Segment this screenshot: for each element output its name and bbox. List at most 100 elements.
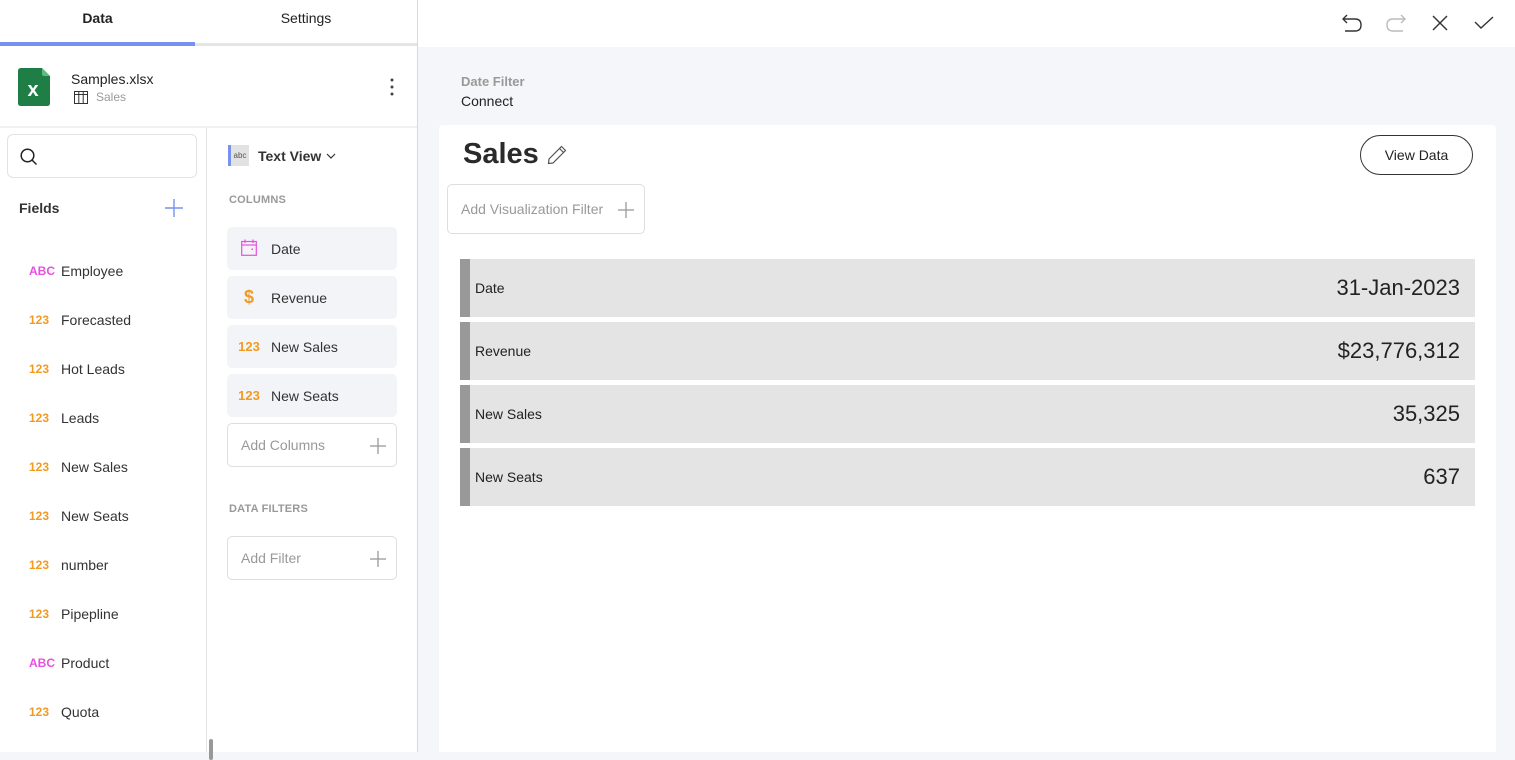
search-icon: [20, 148, 38, 166]
undo-button[interactable]: [1335, 6, 1369, 40]
text-type-icon: ABC: [29, 264, 55, 278]
text-view-row: Date 31-Jan-2023: [460, 259, 1475, 317]
number-type-icon: 123: [29, 362, 50, 376]
dollar-icon: $: [243, 287, 254, 307]
left-panel: Data Settings x Samples.xlsx Sales Field…: [0, 0, 418, 760]
row-value: 35,325: [1392, 401, 1460, 426]
add-visualization-filter-label: Add Visualization Filter: [461, 201, 604, 217]
field-item[interactable]: 123 number: [0, 545, 200, 585]
field-label: Hot Leads: [61, 361, 125, 377]
field-label: number: [61, 557, 109, 573]
row-label: New Seats: [475, 469, 543, 485]
add-filter-button[interactable]: Add Filter: [227, 536, 397, 580]
tab-settings[interactable]: Settings: [195, 0, 417, 43]
field-item[interactable]: 123 Forecasted: [0, 300, 200, 340]
field-item[interactable]: 123 Pipepline: [0, 594, 200, 634]
redo-icon: [1386, 14, 1406, 32]
add-columns-button[interactable]: Add Columns: [227, 423, 397, 467]
column-pill-date[interactable]: Date: [227, 227, 397, 270]
edit-title-icon[interactable]: [546, 144, 568, 166]
field-item[interactable]: 123 Leads: [0, 398, 200, 438]
field-label: Forecasted: [61, 312, 132, 328]
source-sheet: Sales: [74, 90, 126, 104]
field-label: Leads: [61, 410, 100, 426]
confirm-button[interactable]: [1467, 6, 1501, 40]
chevron-down-icon: [326, 153, 336, 159]
view-data-button[interactable]: View Data: [1360, 135, 1473, 175]
text-view-icon: abc: [228, 145, 249, 166]
add-field-icon[interactable]: [164, 198, 184, 218]
search-input[interactable]: [48, 143, 188, 169]
field-search[interactable]: [7, 134, 197, 178]
add-visualization-filter-button[interactable]: Add Visualization Filter: [447, 184, 645, 234]
column-pill-label: New Seats: [271, 387, 339, 404]
row-value: 637: [1423, 464, 1460, 489]
add-filter-label: Add Filter: [241, 550, 301, 566]
number-type-icon: 123: [29, 607, 50, 621]
row-label: Revenue: [475, 343, 532, 359]
calendar-icon: [227, 239, 271, 259]
plus-icon: [370, 551, 386, 567]
source-file-name: Samples.xlsx: [71, 71, 154, 87]
column-pill-new-seats[interactable]: 123 New Seats: [227, 374, 397, 417]
table-icon: [74, 90, 88, 104]
fields-header: Fields: [19, 200, 60, 216]
column-pill-label: Date: [271, 240, 301, 257]
number-type-icon: 123: [29, 705, 50, 719]
plus-icon: [370, 438, 386, 454]
column-pill-new-sales[interactable]: 123 New Sales: [227, 325, 397, 368]
row-value: 31-Jan-2023: [1336, 275, 1460, 300]
text-view-row: New Sales 35,325: [460, 385, 1475, 443]
field-label: Quota: [61, 704, 100, 720]
add-columns-label: Add Columns: [241, 437, 326, 453]
data-source: x Samples.xlsx Sales: [0, 48, 417, 128]
panel-tabs: Data Settings: [0, 0, 417, 46]
fields-panel: Fields ABC Employee 123 Forecasted 123 Hot Le…: [0, 128, 213, 760]
close-icon: [1432, 15, 1448, 31]
field-label: Employee: [61, 263, 124, 279]
svg-text:x: x: [27, 79, 38, 101]
data-filters-section-label: DATA FILTERS: [229, 503, 308, 515]
config-panel: abc Text View COLUMNS Date $ Revenue 123…: [208, 128, 417, 752]
redo-button[interactable]: [1379, 6, 1413, 40]
field-label: New Seats: [61, 508, 129, 524]
columns-section-label: COLUMNS: [229, 194, 287, 206]
text-view-row: New Seats 637: [460, 448, 1475, 506]
editor-toolbar: [418, 0, 1515, 47]
number-icon: 123: [238, 388, 260, 403]
column-pill-label: New Sales: [271, 338, 338, 355]
field-item[interactable]: 123 New Sales: [0, 447, 200, 487]
row-label: Date: [475, 280, 505, 296]
view-type-selector[interactable]: abc Text View: [228, 145, 337, 166]
column-pill-revenue[interactable]: $ Revenue: [227, 276, 397, 319]
text-view-row: Revenue $23,776,312: [460, 322, 1475, 380]
source-sheet-name: Sales: [96, 90, 127, 104]
tab-data[interactable]: Data: [0, 0, 195, 46]
field-item[interactable]: ABC Employee: [0, 251, 200, 291]
field-item[interactable]: 123 New Seats: [0, 496, 200, 536]
excel-icon: x: [18, 68, 50, 106]
number-type-icon: 123: [29, 411, 50, 425]
more-options-icon[interactable]: [384, 76, 400, 98]
row-value: $23,776,312: [1337, 338, 1460, 363]
row-label: New Sales: [475, 406, 542, 422]
column-pill-label: Revenue: [271, 289, 328, 306]
number-type-icon: 123: [29, 558, 50, 572]
field-item[interactable]: 123 Hot Leads: [0, 349, 200, 389]
date-filter-label: Date Filter: [461, 74, 525, 89]
check-icon: [1474, 16, 1494, 29]
number-type-icon: 123: [29, 509, 50, 523]
date-filter-value[interactable]: Connect: [461, 93, 513, 109]
plus-icon: [618, 202, 634, 218]
field-label: Pipepline: [61, 606, 119, 622]
field-item[interactable]: ABC Product: [0, 643, 200, 683]
text-type-icon: ABC: [29, 656, 55, 670]
field-label: New Sales: [61, 459, 128, 475]
field-item[interactable]: 123 Quota: [0, 692, 200, 732]
number-type-icon: 123: [29, 313, 50, 327]
number-type-icon: 123: [29, 460, 50, 474]
undo-icon: [1342, 14, 1362, 32]
close-button[interactable]: [1423, 6, 1457, 40]
number-icon: 123: [238, 339, 260, 354]
visualization-title[interactable]: Sales: [463, 138, 539, 171]
